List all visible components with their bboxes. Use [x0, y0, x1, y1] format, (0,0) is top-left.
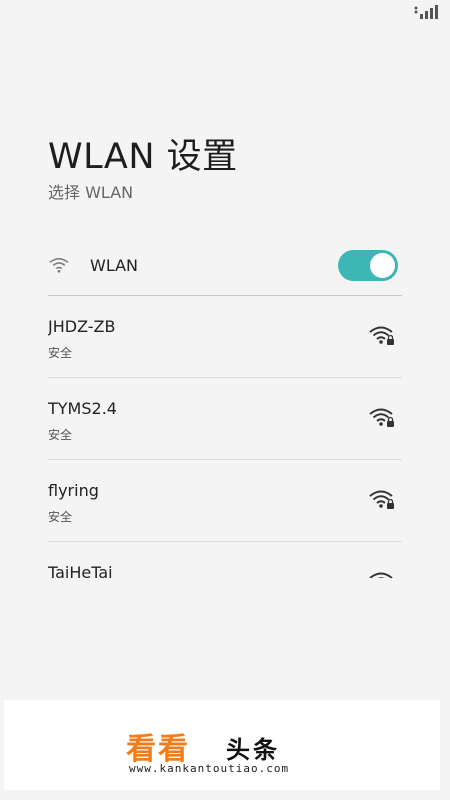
- wlan-label: WLAN: [90, 256, 139, 275]
- network-security: 安全: [48, 510, 73, 524]
- status-bar: [0, 0, 450, 28]
- page-subtitle: 选择 WLAN: [48, 183, 134, 202]
- network-name: TaiHeTai: [48, 563, 113, 578]
- ad-banner[interactable]: 看看 头条 www.kankantoutiao.com: [4, 700, 440, 790]
- cellular-signal-icon: [414, 5, 438, 19]
- wifi-lock-icon: [369, 490, 394, 509]
- wifi-icon: [49, 257, 69, 273]
- network-item-flyring[interactable]: flyring 安全: [48, 460, 402, 542]
- network-list: JHDZ-ZB 安全 TYMS2.4 安全 flyring 安全 TaiHeTa…: [48, 296, 402, 578]
- ad-url: www.kankantoutiao.com: [129, 762, 290, 775]
- ad-logo-secondary: 头条: [226, 736, 280, 764]
- network-name: flyring: [48, 481, 99, 500]
- page-title: WLAN 设置: [48, 137, 238, 177]
- network-item-tyms24[interactable]: TYMS2.4 安全: [48, 378, 402, 460]
- wifi-lock-icon: [369, 326, 394, 345]
- network-security: 安全: [48, 428, 73, 442]
- wlan-toggle-switch[interactable]: [338, 250, 398, 281]
- network-name: TYMS2.4: [48, 399, 117, 418]
- wifi-lock-icon: [369, 572, 393, 578]
- network-item-taihetai[interactable]: TaiHeTai: [48, 542, 402, 578]
- wlan-toggle-row[interactable]: WLAN: [48, 246, 400, 288]
- network-name: JHDZ-ZB: [48, 317, 116, 336]
- toggle-knob: [370, 253, 395, 278]
- network-item-jhdz-zb[interactable]: JHDZ-ZB 安全: [48, 296, 402, 378]
- wifi-lock-icon: [369, 408, 394, 427]
- network-security: 安全: [48, 346, 73, 360]
